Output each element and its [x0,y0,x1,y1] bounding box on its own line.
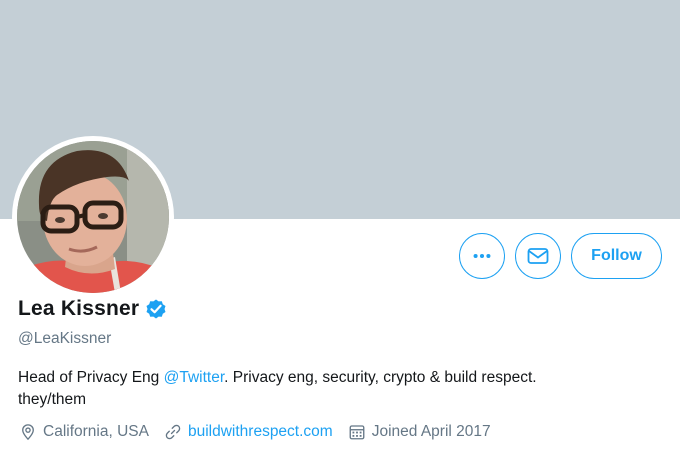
bio-line-1: Head of Privacy Eng @Twitter. Privacy en… [18,367,658,389]
profile-bio: Head of Privacy Eng @Twitter. Privacy en… [18,367,658,411]
more-icon [473,253,491,259]
avatar[interactable] [12,136,174,298]
website-link[interactable]: buildwithrespect.com [188,423,333,441]
join-date-text: Joined April 2017 [371,423,491,440]
bio-mention-link[interactable]: @Twitter [164,369,225,386]
follow-button[interactable]: Follow [571,233,662,279]
handle: @LeaKissner [18,330,112,347]
more-button[interactable] [459,233,505,279]
website: buildwithrespect.com [163,422,333,442]
verified-badge-icon [146,299,166,319]
profile-meta: California, USA buildwithrespect.com Joi… [18,422,505,442]
join-date: Joined April 2017 [347,422,491,442]
envelope-icon [527,248,549,264]
bio-line-2: they/them [18,391,87,408]
location-text: California, USA [43,423,149,440]
message-button[interactable] [515,233,561,279]
location-pin-icon [18,422,38,442]
link-icon [163,422,183,442]
avatar-photo [17,141,169,293]
display-name: Lea Kissner [18,297,140,320]
profile-name-row: Lea Kissner [18,297,168,321]
profile-actions: Follow [459,233,662,279]
location: California, USA [18,422,149,442]
calendar-icon [347,422,367,442]
bio-text-prefix: Head of Privacy Eng [18,369,164,386]
bio-text-suffix: . Privacy eng, security, crypto & build … [224,369,537,386]
